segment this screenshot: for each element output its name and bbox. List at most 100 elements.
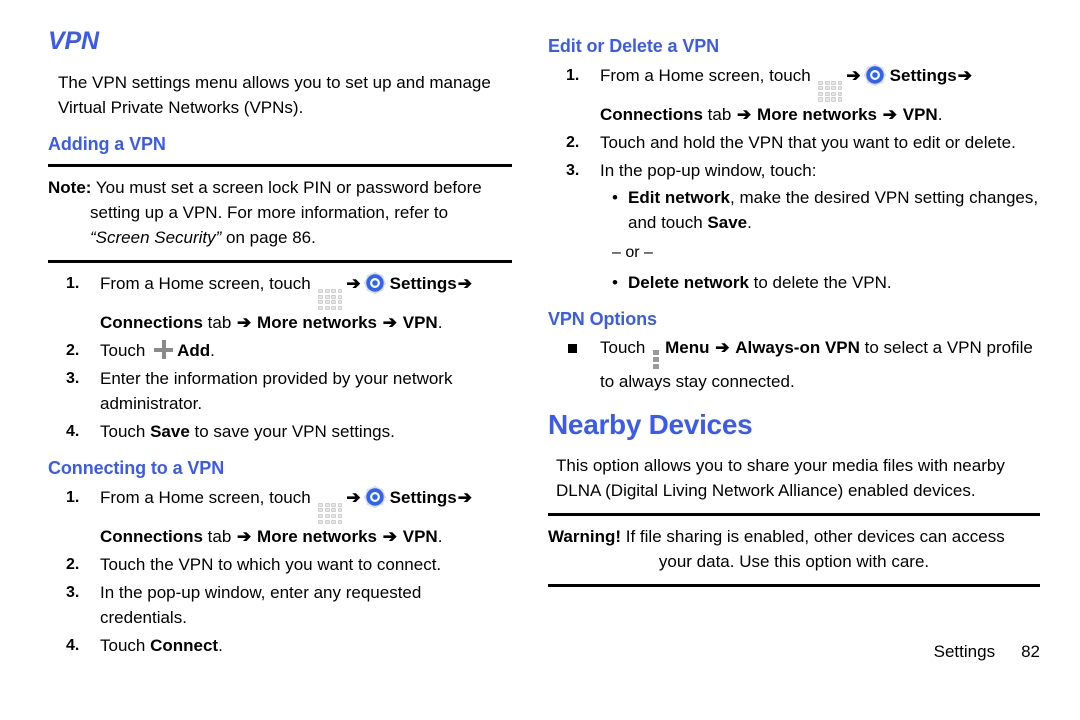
arrow-icon: ➔ bbox=[882, 104, 897, 124]
right-column: Edit or Delete a VPN 1. From a Home scree… bbox=[540, 0, 1080, 720]
step-number: 1. bbox=[566, 66, 580, 84]
step-text-pre: From a Home screen, touch bbox=[100, 487, 316, 507]
vpn-label: VPN bbox=[402, 526, 438, 546]
more-networks-label: More networks bbox=[757, 104, 878, 124]
heading-connecting-to-a-vpn: Connecting to a VPN bbox=[48, 458, 225, 479]
arrow-icon: ➔ bbox=[737, 104, 752, 124]
arrow-icon: ➔ bbox=[237, 526, 252, 546]
step-item: 1. From a Home screen, touch ➔ Settings➔ C… bbox=[48, 271, 512, 335]
period: . bbox=[210, 341, 215, 361]
connections-tab-label: Connections bbox=[600, 104, 703, 124]
step-text-pre: Touch bbox=[100, 422, 151, 442]
step-text: In the pop-up window, touch: bbox=[600, 160, 817, 180]
list-item: • Delete network to delete the VPN. bbox=[612, 270, 1040, 295]
settings-gear-icon[interactable] bbox=[363, 272, 386, 295]
period: . bbox=[218, 635, 223, 655]
vpn-intro-paragraph: The VPN settings menu allows you to set … bbox=[58, 72, 491, 117]
warning-callout: Warning! If file sharing is enabled, oth… bbox=[548, 524, 1040, 574]
settings-gear-icon[interactable] bbox=[863, 63, 886, 86]
arrow-icon: ➔ bbox=[346, 274, 361, 294]
arrow-icon: ➔ bbox=[957, 65, 972, 85]
menu-kebab-icon[interactable] bbox=[653, 350, 660, 370]
nearby-devices-intro: This option allows you to share your med… bbox=[556, 456, 1005, 501]
save-label: Save bbox=[150, 422, 190, 442]
footer-section-label: Settings bbox=[933, 642, 996, 661]
vpn-label: VPN bbox=[402, 313, 438, 333]
step-text-post: to save your VPN settings. bbox=[189, 422, 395, 442]
heading-nearby-devices: Nearby Devices bbox=[548, 409, 753, 441]
divider-bottom-warning bbox=[548, 584, 1040, 588]
vpn-options-list: Touch Menu ➔ Always-on VPN to select a V… bbox=[548, 335, 1040, 394]
adding-a-vpn-steps: 1. From a Home screen, touch ➔ Settings➔ C… bbox=[48, 271, 512, 444]
step-number: 2. bbox=[66, 342, 80, 360]
note-cross-reference: “Screen Security” bbox=[90, 228, 222, 248]
option-text-pre: Touch bbox=[600, 338, 651, 358]
arrow-icon: ➔ bbox=[237, 313, 252, 333]
step-item: 3. Enter the information provided by your… bbox=[48, 366, 512, 416]
popup-options-group: • Edit network, make the desired VPN sett… bbox=[600, 185, 1040, 295]
always-on-vpn-label: Always-on VPN bbox=[735, 338, 860, 358]
plus-icon[interactable] bbox=[154, 340, 174, 360]
step-number: 1. bbox=[66, 275, 80, 293]
tab-word: tab bbox=[202, 313, 237, 333]
settings-label: Settings bbox=[389, 487, 457, 507]
warning-label: Warning! bbox=[548, 527, 622, 547]
step-number: 4. bbox=[66, 423, 80, 441]
list-item: Touch Menu ➔ Always-on VPN to select a V… bbox=[548, 335, 1040, 394]
more-networks-label: More networks bbox=[257, 526, 378, 546]
arrow-icon: ➔ bbox=[346, 487, 361, 507]
step-item: 1. From a Home screen, touch ➔ Settings➔ C… bbox=[48, 485, 512, 549]
apps-grid-icon[interactable] bbox=[318, 502, 343, 524]
tab-word: tab bbox=[202, 526, 237, 546]
step-number: 4. bbox=[66, 636, 80, 654]
document-page: VPN The VPN settings menu allows you to … bbox=[0, 0, 1080, 720]
step-item: 3. In the pop-up window, enter any reques… bbox=[48, 580, 512, 630]
step-number: 2. bbox=[66, 555, 80, 573]
step-text: Touch the VPN to which you want to conne… bbox=[100, 554, 442, 574]
settings-label: Settings bbox=[389, 274, 457, 294]
heading-adding-a-vpn: Adding a VPN bbox=[48, 133, 166, 154]
note-line-2-post: on page 86. bbox=[221, 228, 316, 248]
step-text: In the pop-up window, enter any requeste… bbox=[100, 582, 422, 627]
note-line-1: You must set a screen lock PIN or passwo… bbox=[95, 178, 482, 198]
bullet-dot-icon: • bbox=[612, 272, 618, 292]
or-separator: – or – bbox=[612, 243, 653, 261]
settings-label: Settings bbox=[889, 65, 957, 85]
popup-options-list-2: • Delete network to delete the VPN. bbox=[612, 270, 1040, 295]
settings-gear-icon[interactable] bbox=[363, 485, 386, 508]
step-item: 4. Touch Connect. bbox=[48, 633, 512, 658]
step-text-pre: Touch bbox=[100, 635, 151, 655]
more-networks-label: More networks bbox=[257, 313, 378, 333]
step-number: 3. bbox=[566, 161, 580, 179]
delete-network-label: Delete network bbox=[628, 272, 749, 292]
list-item: • Edit network, make the desired VPN sett… bbox=[612, 185, 1040, 235]
page-footer: Settings 82 bbox=[915, 622, 1040, 682]
step-number: 2. bbox=[566, 133, 580, 151]
period: . bbox=[437, 526, 443, 546]
apps-grid-icon[interactable] bbox=[818, 80, 843, 102]
step-item: 1. From a Home screen, touch ➔ Settings➔ C… bbox=[548, 63, 1040, 127]
bullet-dot-icon: • bbox=[612, 187, 618, 207]
step-text-pre: From a Home screen, touch bbox=[100, 274, 316, 294]
divider-top-warning bbox=[548, 513, 1040, 517]
square-bullet-icon bbox=[568, 344, 577, 354]
apps-grid-icon[interactable] bbox=[318, 289, 343, 311]
step-item: 2. Touch the VPN to which you want to con… bbox=[48, 552, 512, 577]
connections-tab-label: Connections bbox=[100, 313, 203, 333]
arrow-icon: ➔ bbox=[846, 65, 861, 85]
connect-label: Connect bbox=[150, 635, 219, 655]
note-label: Note: bbox=[48, 178, 92, 198]
arrow-icon: ➔ bbox=[457, 487, 472, 507]
add-label: Add bbox=[177, 341, 211, 361]
warning-line-1: If file sharing is enabled, other device… bbox=[625, 527, 1005, 547]
arrow-icon: ➔ bbox=[457, 274, 472, 294]
note-line-2-pre: setting up a VPN. For more information, … bbox=[90, 203, 449, 223]
step-number: 1. bbox=[66, 488, 80, 506]
connecting-to-a-vpn-steps: 1. From a Home screen, touch ➔ Settings➔ C… bbox=[48, 485, 512, 658]
step-item: 2. Touch and hold the VPN that you want t… bbox=[548, 130, 1040, 155]
warning-line-2: your data. Use this option with care. bbox=[658, 552, 930, 572]
popup-options-list: • Edit network, make the desired VPN sett… bbox=[612, 185, 1040, 235]
menu-label: Menu bbox=[665, 338, 710, 358]
save-label: Save bbox=[707, 212, 748, 232]
step-item: 4. Touch Save to save your VPN settings. bbox=[48, 419, 512, 444]
